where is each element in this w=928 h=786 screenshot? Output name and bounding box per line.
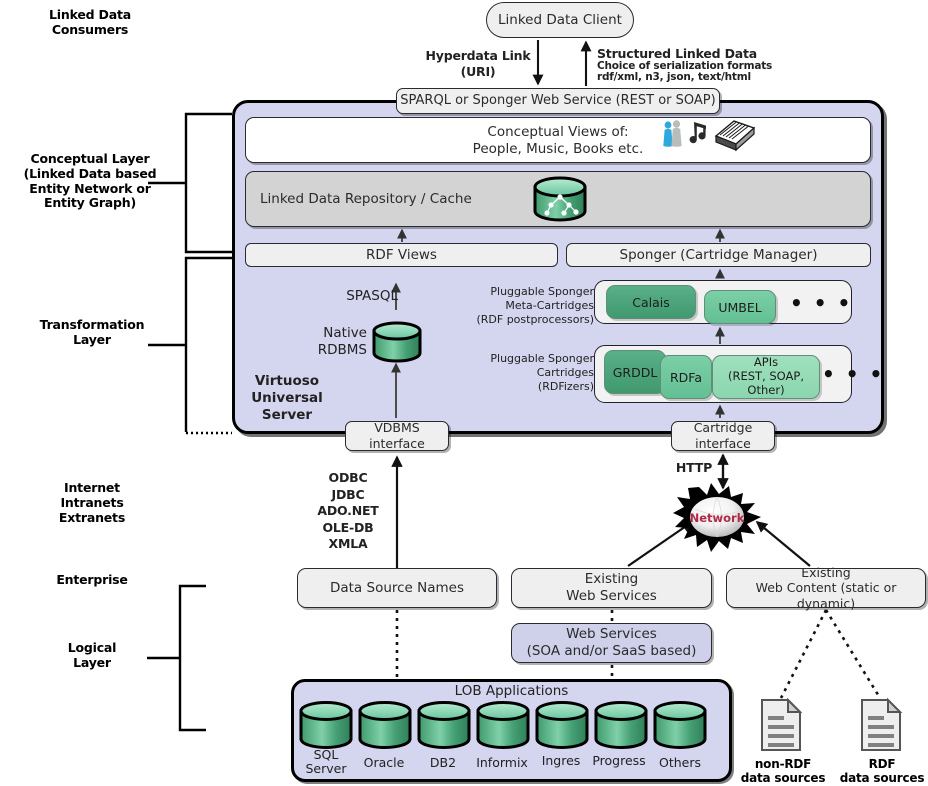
label-internet-intranets-extranets: Internet Intranets Extranets xyxy=(58,480,126,525)
diagram-canvas: Linked Data Consumers Conceptual Layer (Li… xyxy=(0,0,928,786)
arrow-webcontent-to-network xyxy=(755,520,811,567)
existing-web-content-label: Existing Web Content (static or dynamic) xyxy=(755,564,897,611)
existing-web-services-label: Existing Web Services xyxy=(566,571,657,604)
conceptual-views-box: Conceptual Views of: People, Music, Book… xyxy=(245,117,871,163)
cartridge-chip-rdfa[interactable]: RDFa xyxy=(660,355,712,399)
cartridge-chip-grddl-label: GRDDL xyxy=(612,364,658,380)
db-caption-oracle: Oracle xyxy=(363,755,405,770)
db-caption-ingres: Ingres xyxy=(541,753,581,768)
protocols-label: ODBC JDBC ADO.NET OLE-DB XMLA xyxy=(317,470,379,551)
cartridge-chip-apis-label: APIs (REST, SOAP, Other) xyxy=(728,355,804,397)
virtuoso-universal-server-label: Virtuoso Universal Server xyxy=(251,373,323,423)
spasql-label: SPASQL xyxy=(346,288,398,304)
cartridge-chip-grddl[interactable]: GRDDL xyxy=(604,350,666,394)
non-rdf-document-icon xyxy=(761,697,803,751)
structured-linked-data-sub2: rdf/xml, n3, json, text/html xyxy=(597,71,751,83)
cartridge-chip-calais[interactable]: Calais xyxy=(606,285,696,319)
cartridge-interface-label: Cartridge interface xyxy=(693,420,753,451)
label-linked-data-consumers: Linked Data Consumers xyxy=(49,7,131,37)
vdbms-interface-box[interactable]: VDBMS interface xyxy=(345,420,449,451)
http-label: HTTP xyxy=(675,460,713,475)
label-logical-layer: Logical Layer xyxy=(67,640,117,670)
conceptual-views-line2: People, Music, Books etc. xyxy=(472,140,644,157)
dotted-webcontent-to-nonrdf xyxy=(779,609,828,699)
label-transformation-layer: Transformation Layer xyxy=(39,317,145,347)
rdf-views-box[interactable]: RDF Views xyxy=(245,243,558,267)
vdbms-interface-label: VDBMS interface xyxy=(369,420,425,451)
sponger-label: Sponger (Cartridge Manager) xyxy=(619,246,818,263)
data-source-names-label: Data Source Names xyxy=(329,579,465,596)
db-caption-informix: Informix xyxy=(476,755,528,770)
cartridge-chip-calais-label: Calais xyxy=(632,294,670,310)
db-caption-db2: DB2 xyxy=(429,755,457,770)
meta-cartridges-more-icon: • • • xyxy=(790,291,853,315)
web-services-soa-box[interactable]: Web Services (SOA and/or SaaS based) xyxy=(511,623,712,663)
network-label: Network xyxy=(690,511,745,525)
linked-data-repository-box: Linked Data Repository / Cache xyxy=(245,171,871,227)
db-caption-others: Others xyxy=(658,755,701,770)
hyperdata-link-label: Hyperdata Link (URI) xyxy=(425,48,531,79)
cartridge-chip-umbel-label: UMBEL xyxy=(718,299,762,315)
existing-web-content-box[interactable]: Existing Web Content (static or dynamic) xyxy=(726,565,926,611)
cartridge-chip-umbel[interactable]: UMBEL xyxy=(704,290,776,324)
rdf-data-sources-label: RDF data sources xyxy=(839,757,925,786)
meta-cartridges-caption: Pluggable Sponger Meta-Cartridges (RDF pos… xyxy=(476,285,594,327)
cartridges-more-icon: • • • xyxy=(822,362,885,386)
db-caption-sql-server: SQL Server xyxy=(305,747,347,777)
existing-web-services-box[interactable]: Existing Web Services xyxy=(511,568,712,608)
cartridge-chip-rdfa-label: RDFa xyxy=(669,369,702,385)
linked-data-repository-label: Linked Data Repository / Cache xyxy=(260,190,472,207)
rdf-document-icon xyxy=(861,697,903,751)
label-enterprise: Enterprise xyxy=(56,572,128,587)
dotted-webcontent-to-rdf xyxy=(824,609,882,699)
sparql-sponger-web-service-box[interactable]: SPARQL or Sponger Web Service (REST or S… xyxy=(396,88,720,114)
cartridges-caption: Pluggable Sponger Cartridges (RDFizers) xyxy=(490,352,594,394)
native-rdbms-label: Native RDBMS xyxy=(317,325,367,358)
rdf-views-label: RDF Views xyxy=(366,246,437,263)
sponger-cartridge-manager-box[interactable]: Sponger (Cartridge Manager) xyxy=(566,243,871,267)
web-services-soa-label: Web Services (SOA and/or SaaS based) xyxy=(526,626,697,659)
non-rdf-data-sources-label: non-RDF data sources xyxy=(740,757,826,786)
conceptual-views-line1: Conceptual Views of: xyxy=(487,124,629,140)
cartridge-chip-apis[interactable]: APIs (REST, SOAP, Other) xyxy=(712,355,820,399)
cartridge-interface-box[interactable]: Cartridge interface xyxy=(671,420,775,451)
linked-data-client-label: Linked Data Client xyxy=(498,11,622,28)
sparql-sponger-web-service-label: SPARQL or Sponger Web Service (REST or S… xyxy=(400,92,716,108)
lob-applications-title: LOB Applications xyxy=(454,683,569,699)
data-source-names-box[interactable]: Data Source Names xyxy=(297,568,497,608)
linked-data-client-box[interactable]: Linked Data Client xyxy=(486,2,634,38)
arrow-webservices-to-network xyxy=(627,521,694,567)
db-caption-progress: Progress xyxy=(592,753,646,768)
label-conceptual-layer: Conceptual Layer (Linked Data based Entity… xyxy=(23,151,157,211)
